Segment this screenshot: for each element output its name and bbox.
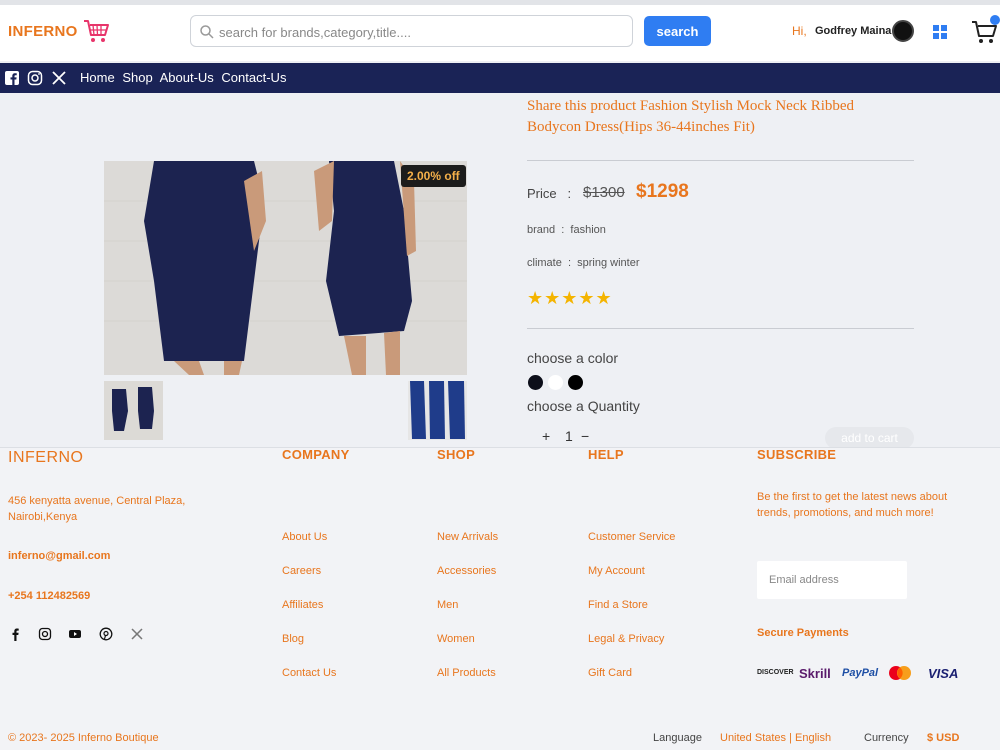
footer-address: 456 kenyatta avenue, Central Plaza, Nair… [8,495,186,523]
color-swatch-black[interactable] [568,375,583,390]
footer-link-contact-us[interactable]: Contact Us [282,667,336,679]
product-thumbnail-2[interactable] [408,381,467,440]
quantity-value: 1 [565,428,573,444]
secure-payments-label: Secure Payments [757,627,849,639]
footer-link-legal-privacy[interactable]: Legal & Privacy [588,633,664,645]
climate-label: climate [527,257,562,269]
facebook-icon[interactable] [4,70,20,86]
brand-label: brand [527,224,556,236]
subscribe-text: Be the first to get the latest news abou… [757,491,948,519]
instagram-icon[interactable] [27,70,43,86]
footer-pinterest-icon[interactable] [99,627,113,641]
footer-link-careers[interactable]: Careers [282,565,321,577]
footer-link-all-products[interactable]: All Products [437,667,496,679]
footer-phone[interactable]: +254 112482569 [8,590,90,602]
quantity-decrement-button[interactable]: − [581,428,589,444]
nav-about[interactable]: About-Us [160,70,214,85]
price-old: $1300 [583,184,625,201]
footer-link-customer-service[interactable]: Customer Service [588,531,675,543]
footer-link-blog[interactable]: Blog [282,633,304,645]
footer-youtube-icon[interactable] [68,627,82,641]
help-heading: HELP [588,447,624,462]
footer-link-find-store[interactable]: Find a Store [588,599,648,611]
climate-row: climate : spring winter [527,257,640,269]
footer-link-my-account[interactable]: My Account [588,565,645,577]
avatar[interactable] [892,20,914,42]
footer-link-women[interactable]: Women [437,633,475,645]
company-heading: COMPANY [282,447,350,462]
discount-badge: 2.00% off [401,165,466,187]
footer-facebook-icon[interactable] [8,627,22,641]
navbar: Home Shop About-Us Contact-Us [0,63,1000,93]
logo-cart-icon [84,20,109,42]
rating-stars: ★★★★★ [527,288,613,308]
subscribe-button[interactable] [912,561,952,599]
username[interactable]: Godfrey Maina [815,25,891,37]
nav-shop[interactable]: Shop [122,70,152,85]
subscribe-email-input[interactable] [757,561,907,599]
cart-count-badge [990,15,1000,25]
choose-color-label: choose a color [527,350,619,366]
search-icon [200,25,214,39]
thumbnail-photo-2 [408,381,467,440]
language-label: Language [653,732,702,744]
footer-link-gift-card[interactable]: Gift Card [588,667,632,679]
divider-top [527,160,914,161]
search-button[interactable]: search [644,16,711,46]
site-logo[interactable]: INFERNO [8,23,78,40]
nav-contact[interactable]: Contact-Us [221,70,286,85]
currency-selector[interactable]: $ USD [927,732,959,744]
product-main-image[interactable] [104,161,467,375]
quantity-increment-button[interactable]: + [542,428,550,444]
footer-link-affiliates[interactable]: Affiliates [282,599,323,611]
price-label: Price : [527,186,572,201]
choose-quantity-label: choose a Quantity [527,398,640,414]
product-thumbnail-1[interactable] [104,381,163,440]
add-to-cart-button[interactable]: add to cart [825,427,914,449]
thumbnail-photo-1 [104,381,163,440]
footer-brand: INFERNO [8,449,84,466]
paypal-logo: PayPal [842,667,879,679]
footer-link-new-arrivals[interactable]: New Arrivals [437,531,498,543]
product-photo [104,161,467,375]
mastercard-icon [889,666,911,680]
footer-link-about-us[interactable]: About Us [282,531,327,543]
footer-link-accessories[interactable]: Accessories [437,565,496,577]
product-title: Share this product Fashion Stylish Mock … [527,98,855,135]
nav-home[interactable]: Home [80,70,115,85]
brand-row: brand : fashion [527,224,606,236]
skrill-logo: Skrill [799,666,831,681]
price-new: $1298 [636,181,689,202]
language-selector[interactable]: United States | English [720,732,831,744]
discover-logo: DISCOVER [757,669,794,676]
search-input[interactable] [219,21,619,43]
subscribe-heading: SUBSCRIBE [757,447,837,462]
search-box [190,15,633,47]
visa-logo: VISA [928,666,959,681]
greeting: Hi, [792,24,807,38]
currency-label: Currency [864,732,909,744]
footer-x-twitter-icon[interactable] [130,627,144,641]
nav-links: Home Shop About-Us Contact-Us [80,70,290,85]
header: INFERNO search Hi, Godfrey Maina [0,5,1000,61]
shop-heading: SHOP [437,447,476,462]
copyright: © 2023- 2025 Inferno Boutique [8,732,159,744]
color-swatch-navy[interactable] [528,375,543,390]
footer-instagram-icon[interactable] [38,627,52,641]
color-swatch-white[interactable] [548,375,563,390]
footer-link-men[interactable]: Men [437,599,458,611]
climate-value: spring winter [577,257,640,269]
brand-value: fashion [570,224,606,236]
divider-mid [527,328,914,329]
footer-email[interactable]: inferno@gmail.com [8,550,110,562]
x-twitter-icon[interactable] [51,70,67,86]
dashboard-grid-icon[interactable] [932,24,948,40]
